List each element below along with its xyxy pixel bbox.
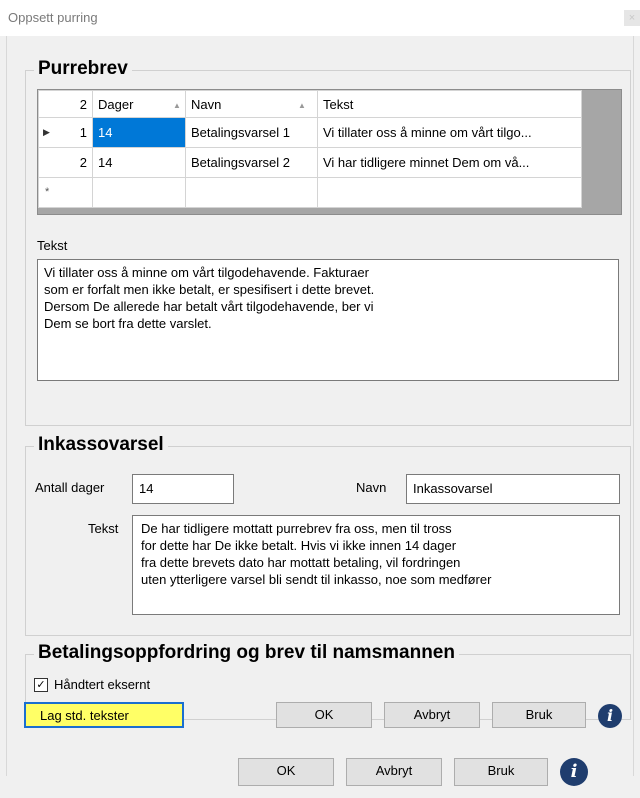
- purrebrev-grid[interactable]: 2 Dager ▲ Navn ▲ Tekst ▶ 1 14 Betalingsv…: [37, 89, 622, 215]
- grid-header-rownum: 2: [38, 90, 93, 118]
- row-header[interactable]: *: [38, 177, 93, 208]
- purrebrev-tekst-textarea[interactable]: Vi tillater oss å minne om vårt tilgodeh…: [37, 259, 619, 381]
- outer-ok-button[interactable]: OK: [238, 758, 334, 786]
- handtert-eksternt-row[interactable]: ✓ Håndtert eksernt: [34, 677, 150, 692]
- table-row[interactable]: ▶ 1 14 Betalingsvarsel 1 Vi tillater oss…: [38, 117, 582, 148]
- new-row-icon: *: [45, 186, 50, 198]
- purrebrev-tekst-label: Tekst: [37, 238, 68, 253]
- title-bar: Oppsett purring ×: [0, 0, 640, 36]
- column-header-tekst-label: Tekst: [323, 96, 354, 112]
- row-number: 2: [79, 155, 87, 170]
- new-row[interactable]: *: [38, 177, 582, 208]
- inkassovarsel-group: Inkassovarsel Antall dager 14 Navn Inkas…: [25, 434, 631, 636]
- avbryt-button[interactable]: Avbryt: [384, 702, 480, 728]
- window-title: Oppsett purring: [8, 10, 98, 25]
- ok-button[interactable]: OK: [276, 702, 372, 728]
- inkassovarsel-title: Inkassovarsel: [34, 434, 168, 456]
- cell-navn[interactable]: Betalingsvarsel 2: [185, 147, 318, 178]
- dialog: Purrebrev 2 Dager ▲ Navn ▲ Tekst ▶ 1 14 …: [6, 36, 634, 776]
- column-header-navn-label: Navn: [191, 96, 222, 112]
- row-header[interactable]: 2: [38, 147, 93, 178]
- bruk-button[interactable]: Bruk: [492, 702, 586, 728]
- cell-dager[interactable]: 14: [92, 147, 186, 178]
- outer-avbryt-button[interactable]: Avbryt: [346, 758, 442, 786]
- antall-dager-input[interactable]: 14: [132, 474, 234, 504]
- cell-tekst[interactable]: Vi tillater oss å minne om vårt tilgo...: [317, 117, 582, 148]
- cell-navn[interactable]: Betalingsvarsel 1: [185, 117, 318, 148]
- sort-ascending-icon: ▲: [298, 101, 306, 110]
- table-row[interactable]: 2 14 Betalingsvarsel 2 Vi har tidligere …: [38, 147, 582, 178]
- inkasso-tekst-textarea[interactable]: De har tidligere mottatt purrebrev fra o…: [132, 515, 620, 615]
- row-header[interactable]: ▶ 1: [38, 117, 93, 148]
- cell-tekst-empty[interactable]: [317, 177, 582, 208]
- grid-header-row: 2 Dager ▲ Navn ▲ Tekst: [38, 90, 582, 118]
- sort-ascending-icon: ▲: [173, 101, 181, 110]
- purrebrev-title: Purrebrev: [34, 58, 132, 80]
- column-header-dager[interactable]: Dager ▲: [92, 90, 186, 118]
- purrebrev-group: Purrebrev 2 Dager ▲ Navn ▲ Tekst ▶ 1 14 …: [25, 58, 631, 426]
- cell-dager-empty[interactable]: [92, 177, 186, 208]
- inkasso-tekst-label: Tekst: [88, 521, 119, 536]
- current-row-arrow-icon: ▶: [43, 127, 50, 137]
- cell-navn-empty[interactable]: [185, 177, 318, 208]
- close-icon[interactable]: ×: [624, 10, 640, 26]
- column-header-dager-label: Dager: [98, 96, 134, 112]
- column-header-tekst[interactable]: Tekst: [317, 90, 582, 118]
- navn-input[interactable]: Inkassovarsel: [406, 474, 620, 504]
- lag-std-tekster-button[interactable]: Lag std. tekster: [24, 702, 184, 728]
- outer-bruk-button[interactable]: Bruk: [454, 758, 548, 786]
- outer-info-icon[interactable]: i: [560, 758, 588, 786]
- column-header-navn[interactable]: Navn ▲: [185, 90, 318, 118]
- handtert-eksternt-checkbox[interactable]: ✓: [34, 677, 48, 692]
- cell-dager[interactable]: 14: [92, 117, 186, 148]
- info-icon[interactable]: i: [598, 704, 622, 728]
- handtert-eksternt-label: Håndtert eksernt: [54, 677, 151, 692]
- navn-label: Navn: [356, 480, 387, 495]
- antall-dager-label: Antall dager: [35, 480, 105, 495]
- row-number: 1: [79, 125, 87, 140]
- cell-tekst[interactable]: Vi har tidligere minnet Dem om vå...: [317, 147, 582, 178]
- purrebrev-table: 2 Dager ▲ Navn ▲ Tekst ▶ 1 14 Betalingsv…: [38, 90, 582, 208]
- betalingsoppfordring-title: Betalingsoppfordring og brev til namsman…: [34, 642, 459, 664]
